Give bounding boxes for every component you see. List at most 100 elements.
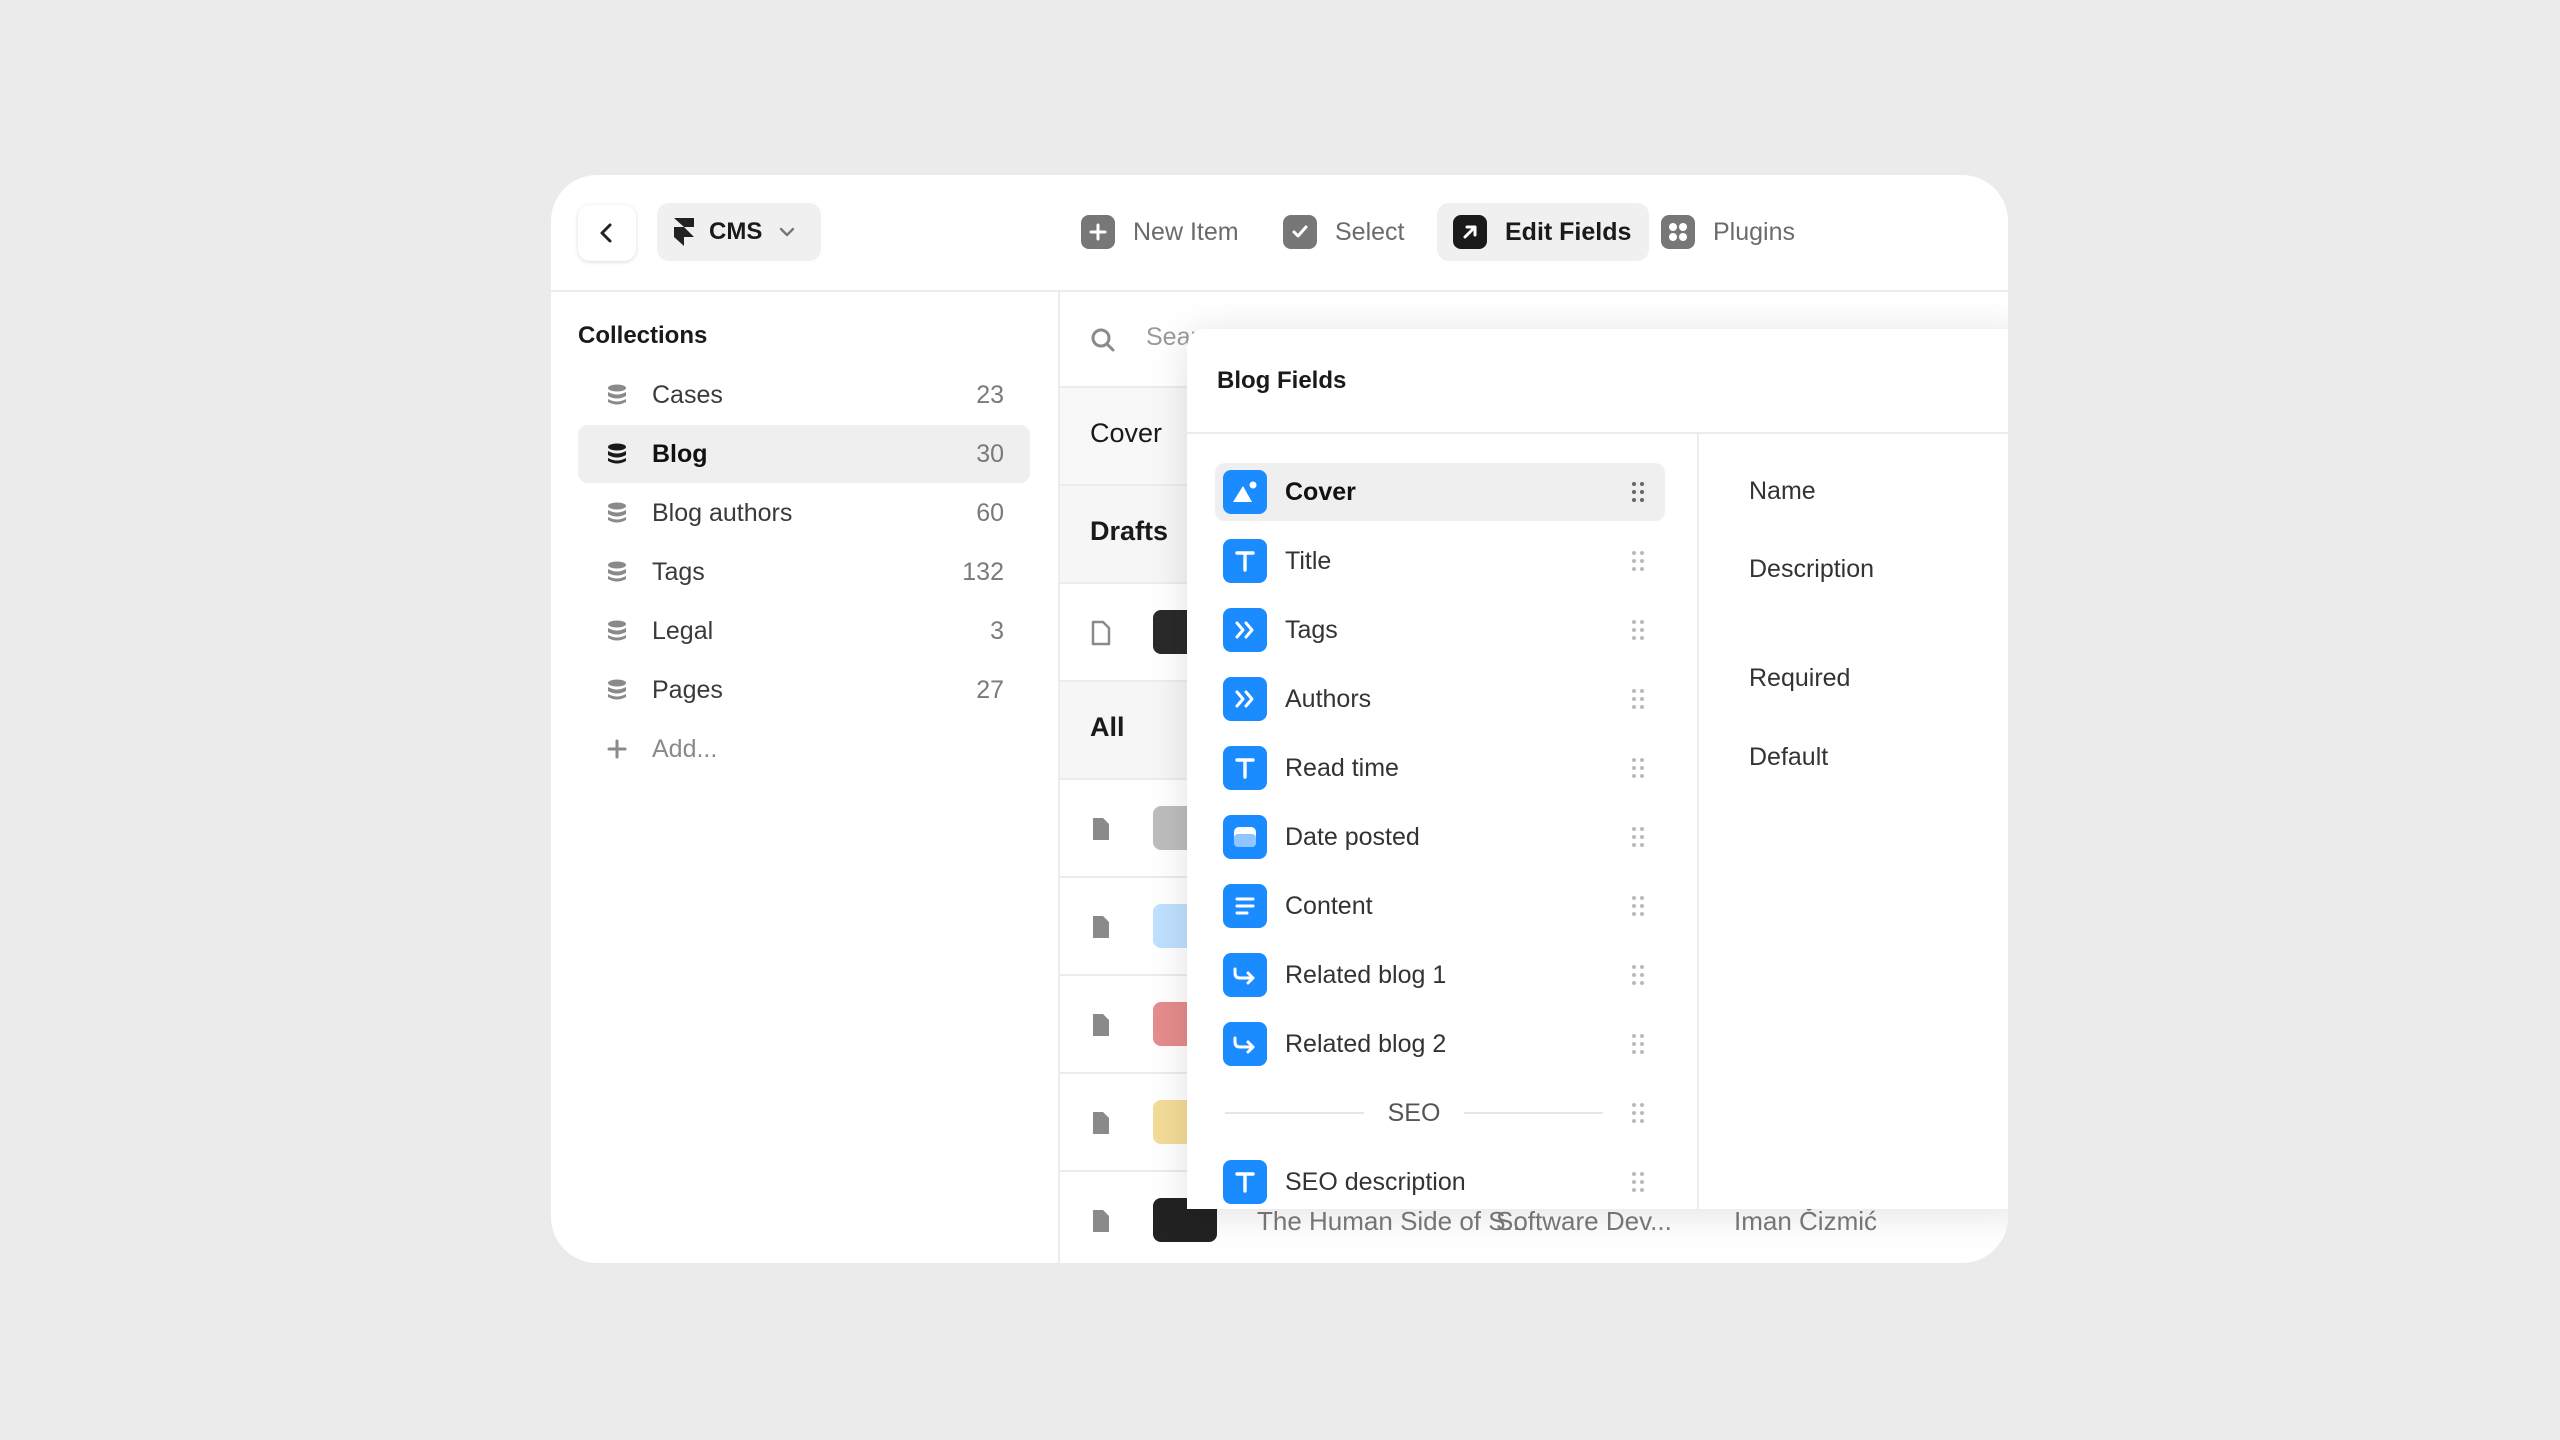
section-divider-seo[interactable]: SEO <box>1215 1084 1665 1142</box>
select-button[interactable]: Select <box>1267 203 1422 261</box>
divider-label: SEO <box>1387 1098 1441 1127</box>
plus-icon <box>606 737 628 761</box>
document-icon <box>1093 818 1109 840</box>
drafts-label: Drafts <box>1090 516 1169 546</box>
collection-item-cases[interactable]: Cases 23 <box>578 366 1030 424</box>
cover-column-header: Cover <box>1090 418 1163 448</box>
collection-item-blog-authors[interactable]: Blog authors 60 <box>578 484 1030 542</box>
reference-icon <box>1223 1022 1267 1066</box>
field-item-cover[interactable]: Cover <box>1215 463 1665 521</box>
drag-handle-icon[interactable] <box>1631 688 1645 710</box>
default-property-label: Default <box>1749 743 1829 771</box>
database-icon <box>606 619 628 643</box>
date-icon <box>1223 815 1267 859</box>
collection-label: Blog authors <box>652 498 793 527</box>
text-icon <box>1223 746 1267 790</box>
collection-label: Cases <box>652 380 723 409</box>
field-label: Cover <box>1285 477 1356 506</box>
database-icon <box>606 560 628 584</box>
drag-handle-icon[interactable] <box>1631 895 1645 917</box>
field-label: Related blog 1 <box>1285 960 1447 989</box>
collection-item-pages[interactable]: Pages 27 <box>578 661 1030 719</box>
blog-fields-panel: Blog Fields Cover Title Tags Authors Rea… <box>1187 329 2008 1209</box>
search-icon <box>1091 328 1115 352</box>
reference-icon <box>1223 953 1267 997</box>
document-icon <box>1093 916 1109 938</box>
required-property-label: Required <box>1749 664 1851 692</box>
drag-handle-icon[interactable] <box>1631 757 1645 779</box>
collections-heading: Collections <box>578 322 708 349</box>
text-icon <box>1223 539 1267 583</box>
collection-item-tags[interactable]: Tags 132 <box>578 543 1030 601</box>
plus-icon <box>1081 215 1115 249</box>
collection-count: 27 <box>976 675 1004 704</box>
field-label: Title <box>1285 546 1332 575</box>
back-button[interactable] <box>578 205 636 261</box>
drag-handle-icon[interactable] <box>1631 964 1645 986</box>
select-label: Select <box>1335 217 1405 246</box>
drag-handle-icon[interactable] <box>1631 550 1645 572</box>
drag-handle-icon[interactable] <box>1631 826 1645 848</box>
top-toolbar: CMS New Item Select Edit Fields Plugins <box>551 175 2008 292</box>
multi-reference-icon <box>1223 608 1267 652</box>
edit-fields-label: Edit Fields <box>1505 217 1632 246</box>
collection-item-blog[interactable]: Blog 30 <box>578 425 1030 483</box>
panel-title: Blog Fields <box>1217 367 1347 394</box>
collection-label: Pages <box>652 675 723 704</box>
field-item-read-time[interactable]: Read time <box>1215 739 1665 797</box>
field-label: SEO description <box>1285 1167 1466 1196</box>
multi-reference-icon <box>1223 677 1267 721</box>
collection-item-legal[interactable]: Legal 3 <box>578 602 1030 660</box>
image-icon <box>1223 470 1267 514</box>
document-icon <box>1093 1112 1109 1134</box>
drag-handle-icon[interactable] <box>1631 1102 1645 1124</box>
field-item-date-posted[interactable]: Date posted <box>1215 808 1665 866</box>
collection-count: 3 <box>990 616 1004 645</box>
field-item-title[interactable]: Title <box>1215 532 1665 590</box>
database-icon <box>606 501 628 525</box>
field-label: Read time <box>1285 753 1399 782</box>
collection-label: Blog <box>652 439 708 468</box>
field-item-tags[interactable]: Tags <box>1215 601 1665 659</box>
field-item-authors[interactable]: Authors <box>1215 670 1665 728</box>
chevron-down-icon <box>778 226 796 238</box>
divider <box>1697 434 1699 1209</box>
drag-handle-icon[interactable] <box>1631 619 1645 641</box>
cms-menu-button[interactable]: CMS <box>657 203 821 261</box>
document-icon <box>1093 1014 1109 1036</box>
add-collection-button[interactable]: Add... <box>578 720 1030 778</box>
field-item-related-blog-1[interactable]: Related blog 1 <box>1215 946 1665 1004</box>
collections-sidebar: Collections Cases 23 Blog 30 Blog author… <box>551 292 1060 1263</box>
document-icon <box>1091 620 1111 646</box>
drag-handle-icon[interactable] <box>1631 481 1645 503</box>
name-property-label: Name <box>1749 477 1816 505</box>
collection-label: Legal <box>652 616 714 645</box>
field-label: Authors <box>1285 684 1372 713</box>
collection-label: Tags <box>652 557 705 586</box>
cms-window: CMS New Item Select Edit Fields Plugins … <box>551 175 2008 1263</box>
drag-handle-icon[interactable] <box>1631 1171 1645 1193</box>
collection-count: 23 <box>976 380 1004 409</box>
field-label: Tags <box>1285 615 1338 644</box>
plugins-button[interactable]: Plugins <box>1645 203 1813 261</box>
description-property-label: Description <box>1749 555 1875 583</box>
checkbox-icon <box>1283 215 1317 249</box>
new-item-button[interactable]: New Item <box>1065 203 1257 261</box>
field-item-related-blog-2[interactable]: Related blog 2 <box>1215 1015 1665 1073</box>
divider-line <box>1225 1112 1364 1114</box>
collection-count: 132 <box>962 557 1004 586</box>
cms-label: CMS <box>709 218 763 245</box>
document-icon <box>1093 1210 1109 1232</box>
field-item-content[interactable]: Content <box>1215 877 1665 935</box>
all-label: All <box>1090 712 1125 742</box>
field-label: Date posted <box>1285 822 1420 851</box>
framer-logo-icon <box>674 218 694 246</box>
new-item-label: New Item <box>1133 217 1239 246</box>
formatted-text-icon <box>1223 884 1267 928</box>
add-collection-label: Add... <box>652 734 718 763</box>
database-icon <box>606 442 628 466</box>
chevron-left-icon <box>600 223 612 243</box>
field-item-seo-description[interactable]: SEO description <box>1215 1153 1665 1211</box>
drag-handle-icon[interactable] <box>1631 1033 1645 1055</box>
edit-fields-button[interactable]: Edit Fields <box>1437 203 1650 261</box>
